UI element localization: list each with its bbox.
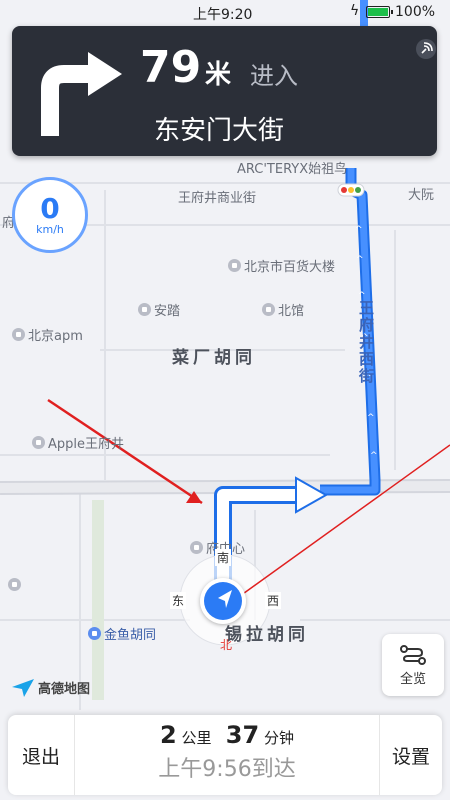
maneuver-distance-unit: 米 bbox=[205, 60, 232, 90]
poi-pin-icon bbox=[88, 627, 101, 640]
svg-text:^: ^ bbox=[367, 413, 375, 423]
poi-anta[interactable]: 安踏 bbox=[138, 300, 180, 319]
poi-pin-icon bbox=[228, 259, 241, 272]
poi-jinyu[interactable]: 金鱼胡同 bbox=[88, 624, 156, 643]
compass-west: 西 bbox=[265, 592, 282, 609]
maneuver-action: 进入 bbox=[250, 62, 298, 90]
remaining-duration: 37 bbox=[225, 721, 260, 749]
next-road-name: 东安门大街 bbox=[154, 116, 285, 146]
street-wangfujing-xijie: 王府井西街 bbox=[357, 300, 375, 385]
poi-apple[interactable]: Apple王府井 bbox=[32, 433, 124, 452]
battery-icon bbox=[366, 6, 393, 18]
turn-right-icon bbox=[41, 52, 122, 136]
poi-pin-icon bbox=[8, 578, 21, 591]
poi-pin-icon bbox=[262, 303, 275, 316]
charging-icon: ϟ bbox=[350, 3, 360, 19]
svg-text:^: ^ bbox=[355, 225, 363, 235]
status-time: 上午9:20 bbox=[193, 7, 253, 23]
speed-value: 0 bbox=[40, 191, 60, 225]
poi-baihuo[interactable]: 北京市百货大楼 bbox=[228, 256, 335, 275]
poi-apm[interactable]: 北京apm bbox=[12, 325, 83, 344]
battery-percent: 100% bbox=[395, 4, 436, 20]
amap-logo-icon bbox=[12, 678, 34, 697]
poi-pin-left bbox=[8, 578, 21, 591]
overview-label: 全览 bbox=[399, 671, 426, 687]
street-caichang: 菜厂胡同 bbox=[172, 348, 256, 368]
location-arrow-icon bbox=[200, 578, 246, 624]
poi-pin-icon bbox=[190, 541, 203, 554]
poi-dayuan[interactable]: 大阮 bbox=[408, 184, 434, 203]
poi-beiguan[interactable]: 北馆 bbox=[262, 300, 304, 319]
svg-text:^: ^ bbox=[370, 451, 378, 461]
poi-arcteryx[interactable]: ARC'TERYX始祖鸟 bbox=[237, 158, 347, 177]
status-bar: 上午9:20 ϟ 100% bbox=[0, 0, 450, 26]
exit-button[interactable]: 退出 bbox=[8, 715, 75, 795]
amap-logo: 高德地图 bbox=[12, 678, 90, 697]
maneuver-distance: 79 bbox=[140, 42, 202, 93]
remaining-distance: 2 bbox=[159, 721, 177, 749]
poi-pin-icon bbox=[138, 303, 151, 316]
guidance-card[interactable]: 79 米 进入 东安门大街 bbox=[12, 26, 437, 156]
svg-text:^: ^ bbox=[356, 255, 364, 265]
speed-unit: km/h bbox=[36, 222, 64, 236]
trip-summary: 2 公里 37 分钟 上午9:56到达 bbox=[74, 721, 380, 783]
compass-east: 东 bbox=[170, 592, 187, 609]
arrival-time: 上午9:56到达 bbox=[158, 757, 296, 782]
trip-bar: 退出 2 公里 37 分钟 上午9:56到达 设置 bbox=[8, 715, 442, 795]
settings-button[interactable]: 设置 bbox=[379, 715, 442, 795]
voice-icon[interactable] bbox=[415, 38, 437, 60]
remaining-duration-unit: 分钟 bbox=[263, 729, 294, 747]
poi-pin-icon bbox=[12, 328, 25, 341]
compass-north: 北 bbox=[220, 638, 233, 652]
poi-pin-icon bbox=[32, 436, 45, 449]
amap-logo-text: 高德地图 bbox=[38, 682, 91, 697]
speed-indicator: 0 km/h bbox=[12, 177, 88, 253]
compass-south: 南 bbox=[215, 549, 232, 566]
remaining-distance-unit: 公里 bbox=[181, 729, 212, 747]
route-overview-icon bbox=[400, 644, 426, 665]
overview-button[interactable]: 全览 bbox=[382, 634, 444, 696]
poi-wangfujing-shangye[interactable]: 王府井商业街 bbox=[178, 187, 256, 206]
